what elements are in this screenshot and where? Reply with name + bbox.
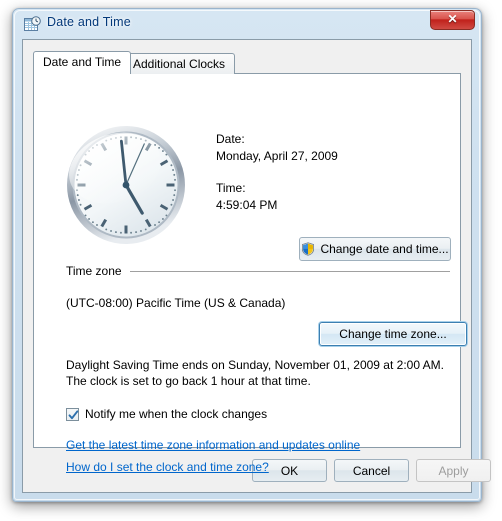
change-time-zone-button[interactable]: Change time zone... [319,322,467,346]
tab-additional-clocks[interactable]: Additional Clocks [123,53,236,74]
time-value: 4:59:04 PM [216,198,278,212]
date-label: Date: [216,132,245,146]
tab-additional-clocks-label: Additional Clocks [133,57,226,71]
cancel-button-label: Cancel [352,463,391,478]
change-time-zone-label: Change time zone... [339,327,447,341]
timezone-group-separator [130,271,450,272]
tab-panel-date-and-time: Date: Monday, April 27, 2009 Time: 4:59:… [33,73,467,474]
notify-clock-changes-label: Notify me when the clock changes [85,407,268,421]
close-button[interactable]: ✕ [430,10,475,30]
apply-button: Apply [416,459,491,482]
cancel-button[interactable]: Cancel [334,459,409,482]
apply-button-label: Apply [438,463,469,478]
date-and-time-dialog: Date and Time ✕ Date and Time Additional… [12,8,491,502]
time-label: Time: [216,181,246,195]
timezone-group-title: Time zone [66,264,127,278]
uac-shield-icon [301,242,315,256]
notify-clock-changes-checkbox[interactable]: Notify me when the clock changes [66,407,267,421]
ok-button-label: OK [280,463,299,478]
checkbox-box [66,407,79,421]
date-time-readout: Date: Monday, April 27, 2009 Time: 4:59:… [216,132,338,212]
tab-date-and-time[interactable]: Date and Time [33,51,132,74]
tab-date-and-time-label: Date and Time [43,55,122,69]
timezone-value: (UTC-08:00) Pacific Time (US & Canada) [66,296,286,310]
close-icon: ✕ [447,12,458,26]
calendar-clock-icon [24,16,41,33]
title-bar[interactable]: Date and Time ✕ [13,9,481,39]
date-value: Monday, April 27, 2009 [216,149,338,163]
link-timezone-updates-online[interactable]: Get the latest time zone information and… [66,438,360,452]
analog-clock [65,124,187,246]
daylight-saving-info: Daylight Saving Time ends on Sunday, Nov… [66,358,444,388]
link-how-to-set-clock[interactable]: How do I set the clock and time zone? [66,460,269,474]
window-title: Date and Time [47,15,131,29]
change-date-and-time-button[interactable]: Change date and time... [299,237,451,261]
checkmark-icon [68,409,79,419]
change-date-and-time-label: Change date and time... [320,242,449,256]
dialog-client-area: Date and Time Additional Clocks Date: Mo… [22,39,491,493]
